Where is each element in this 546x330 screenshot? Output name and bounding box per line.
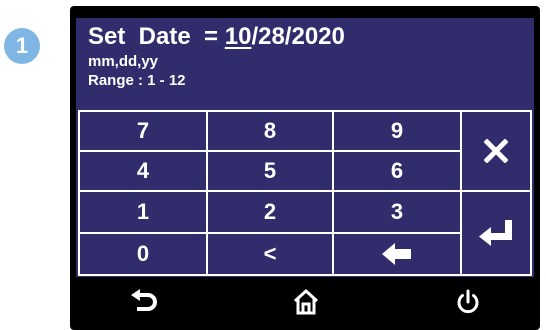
key-7[interactable]: 7	[78, 110, 208, 152]
home-icon	[293, 288, 319, 320]
key-9[interactable]: 9	[332, 110, 462, 152]
key-2-label: 2	[263, 199, 277, 224]
date-range: Range : 1 - 12	[88, 72, 186, 89]
back-button[interactable]	[104, 282, 184, 326]
set-date-panel: Set Date = 10/28/2020 mm,dd,yy Range : 1…	[88, 22, 345, 90]
key-left[interactable]: <	[206, 232, 334, 276]
bottom-navbar	[76, 282, 534, 326]
arrow-left-icon	[382, 243, 412, 265]
numeric-keypad: 7 8 9 4 5 6 1 2 3 0 <	[78, 110, 532, 276]
close-icon	[484, 139, 508, 163]
key-left-label: <	[263, 241, 277, 266]
key-1-label: 1	[136, 199, 150, 224]
set-date-label: Set Date =	[88, 23, 225, 50]
back-icon	[131, 288, 157, 320]
key-3-label: 3	[390, 199, 404, 224]
key-8-label: 8	[263, 118, 277, 143]
key-3[interactable]: 3	[332, 190, 462, 234]
cancel-button[interactable]	[460, 110, 532, 192]
enter-icon	[479, 220, 513, 246]
key-5[interactable]: 5	[206, 150, 334, 192]
key-0-label: 0	[136, 241, 150, 266]
key-0[interactable]: 0	[78, 232, 208, 276]
date-rest-value: /28/2020	[251, 23, 345, 50]
key-4[interactable]: 4	[78, 150, 208, 192]
key-6-label: 6	[390, 158, 404, 183]
key-2[interactable]: 2	[206, 190, 334, 234]
home-button[interactable]	[266, 282, 346, 326]
key-8[interactable]: 8	[206, 110, 334, 152]
backspace-button[interactable]	[332, 232, 462, 276]
power-icon	[455, 289, 481, 320]
set-date-title: Set Date = 10/28/2020	[88, 22, 345, 52]
key-9-label: 9	[390, 118, 404, 143]
key-1[interactable]: 1	[78, 190, 208, 234]
power-button[interactable]	[428, 282, 508, 326]
key-5-label: 5	[263, 158, 277, 183]
step-badge: 1	[4, 28, 40, 64]
key-6[interactable]: 6	[332, 150, 462, 192]
key-4-label: 4	[136, 158, 150, 183]
date-format: mm,dd,yy	[88, 53, 159, 70]
enter-button[interactable]	[460, 190, 532, 276]
date-month-value: 10	[224, 23, 252, 50]
key-7-label: 7	[136, 118, 150, 143]
